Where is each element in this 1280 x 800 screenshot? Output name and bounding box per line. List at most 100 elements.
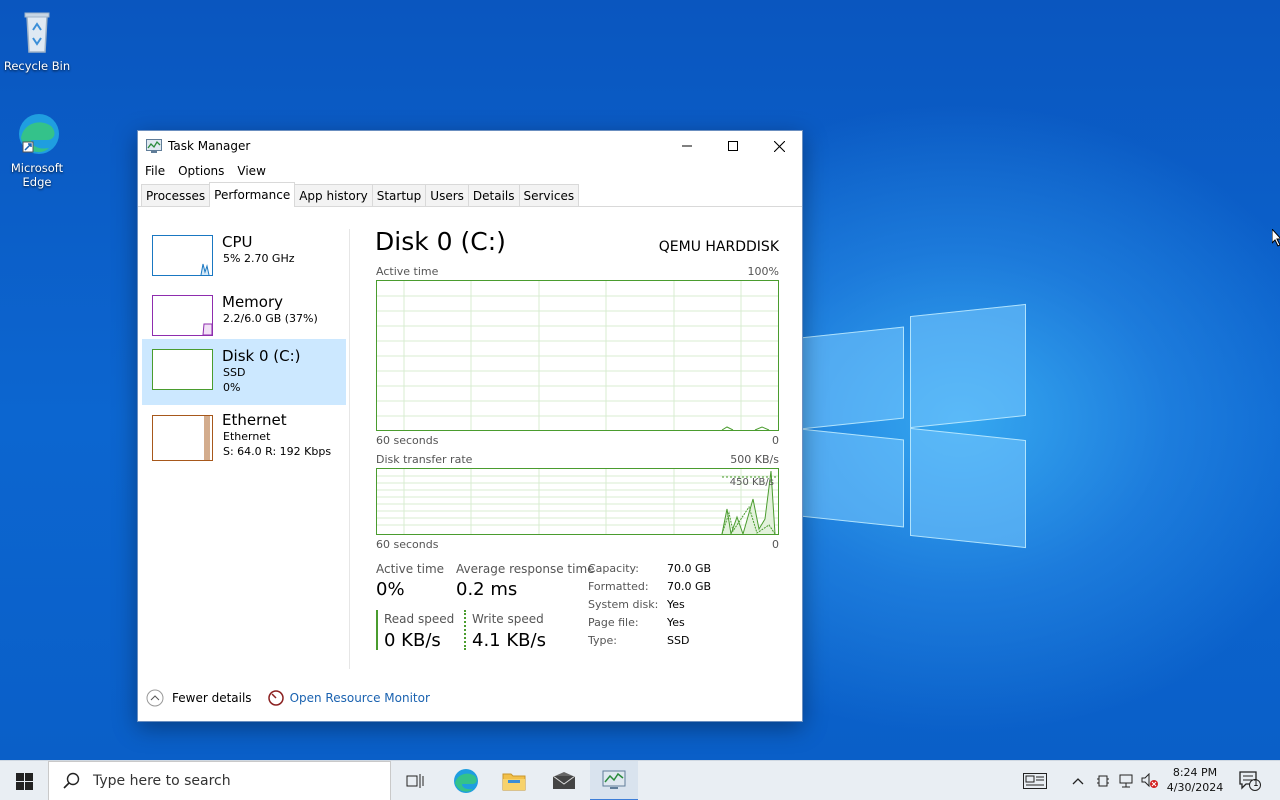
action-center-button[interactable]: 1 <box>1232 761 1268 800</box>
taskbar: Type here to search 8:24 PM 4/30/2024 1 <box>0 760 1280 800</box>
device-icon <box>1097 775 1109 787</box>
formatted-value: 70.0 GB <box>667 580 712 593</box>
transfer-rate-graph-duration: 60 seconds <box>376 538 439 551</box>
tab-processes[interactable]: Processes <box>141 184 211 206</box>
tab-users[interactable]: Users <box>425 184 469 206</box>
menu-options[interactable]: Options <box>178 164 224 178</box>
search-icon <box>63 772 80 789</box>
task-manager-icon <box>146 139 162 153</box>
start-button[interactable] <box>0 761 48 800</box>
page-file-key: Page file: <box>588 616 639 629</box>
menu-file[interactable]: File <box>145 164 165 178</box>
disk-usage: 0% <box>223 381 241 394</box>
close-icon <box>773 140 785 152</box>
minimize-button[interactable] <box>664 131 710 161</box>
menu-bar: File Options View <box>138 161 802 181</box>
disk-title: Disk 0 (C:) <box>375 227 506 256</box>
read-speed-legend-line <box>376 610 378 650</box>
title-bar[interactable]: Task Manager <box>138 131 802 161</box>
read-speed-label: Read speed <box>384 612 455 626</box>
memory-thumbnail-graph <box>152 295 213 336</box>
active-time-graph <box>376 280 779 431</box>
resource-list: CPU 5% 2.70 GHz Memory 2.2/6.0 GB (37%) … <box>142 227 348 667</box>
tab-services[interactable]: Services <box>518 184 580 206</box>
system-disk-key: System disk: <box>588 598 659 611</box>
notification-count: 1 <box>1253 779 1259 789</box>
capacity-key: Capacity: <box>588 562 639 575</box>
chevron-up-circle-icon[interactable] <box>146 689 164 707</box>
type-value: SSD <box>667 634 690 647</box>
windows-logo-wallpaper <box>790 300 1030 550</box>
taskbar-task-manager-button[interactable] <box>590 761 638 800</box>
transfer-rate-graph-max: 500 KB/s <box>730 453 779 466</box>
mouse-cursor-icon <box>1272 229 1280 247</box>
maximize-icon <box>728 141 738 151</box>
resource-item-cpu[interactable]: CPU 5% 2.70 GHz <box>142 227 346 291</box>
show-hidden-icons-button[interactable] <box>1068 761 1088 800</box>
avg-response-value: 0.2 ms <box>456 579 518 600</box>
tab-strip: Processes Performance App history Startu… <box>138 181 802 207</box>
fewer-details-link[interactable]: Fewer details <box>172 691 252 705</box>
news-widget-button[interactable] <box>1018 761 1052 800</box>
tray-volume-button[interactable] <box>1138 761 1162 800</box>
page-file-value: Yes <box>667 616 685 629</box>
recycle-bin-icon <box>13 8 61 56</box>
tab-performance[interactable]: Performance <box>209 182 296 207</box>
tray-device-button[interactable] <box>1092 761 1114 800</box>
recycle-bin-label: Recycle Bin <box>3 59 71 73</box>
speaker-muted-icon <box>1141 773 1158 788</box>
active-time-stat-label: Active time <box>376 562 445 576</box>
resource-item-ethernet[interactable]: Ethernet Ethernet S: 64.0 R: 192 Kbps <box>142 407 346 473</box>
disk-name: Disk 0 (C:) <box>222 347 301 365</box>
cpu-usage: 5% 2.70 GHz <box>223 252 295 265</box>
tray-network-button[interactable] <box>1115 761 1137 800</box>
system-disk-value: Yes <box>667 598 685 611</box>
resource-item-disk-0[interactable]: Disk 0 (C:) SSD 0% <box>142 339 346 405</box>
type-key: Type: <box>588 634 617 647</box>
edge-icon <box>454 769 478 793</box>
disk-type: SSD <box>223 366 246 379</box>
window-footer: Fewer details Open Resource Monitor <box>146 688 430 708</box>
avg-response-label: Average response time <box>456 562 595 576</box>
transfer-rate-graph-label: Disk transfer rate <box>376 453 473 466</box>
disk-thumbnail-graph <box>152 349 213 390</box>
taskbar-clock[interactable]: 8:24 PM 4/30/2024 <box>1166 765 1224 795</box>
recycle-bin-shortcut[interactable]: Recycle Bin <box>1 8 73 73</box>
windows-start-icon <box>15 772 33 790</box>
task-manager-window[interactable]: Task Manager File Options View Processes… <box>137 130 803 722</box>
ethernet-throughput: S: 64.0 R: 192 Kbps <box>223 445 332 458</box>
tab-startup[interactable]: Startup <box>371 184 427 206</box>
taskbar-search-box[interactable]: Type here to search <box>48 761 391 800</box>
active-time-graph-min: 0 <box>772 434 779 447</box>
edge-shortcut[interactable]: Microsoft Edge <box>1 110 73 189</box>
clock-time: 8:24 PM <box>1172 766 1218 779</box>
active-time-stat-value: 0% <box>376 579 405 600</box>
mail-icon <box>552 772 576 789</box>
disk-model: QEMU HARDDISK <box>658 239 779 255</box>
read-speed-value: 0 KB/s <box>384 630 441 651</box>
ethernet-adapter: Ethernet <box>223 430 271 443</box>
resource-monitor-icon <box>267 690 284 706</box>
clock-date: 4/30/2024 <box>1166 781 1224 794</box>
ethernet-name: Ethernet <box>222 411 287 429</box>
tab-app-history[interactable]: App history <box>294 184 373 206</box>
tab-details[interactable]: Details <box>467 184 520 206</box>
network-icon <box>1119 774 1133 788</box>
folder-icon <box>502 773 526 791</box>
close-button[interactable] <box>756 131 802 161</box>
write-speed-value: 4.1 KB/s <box>472 630 546 651</box>
open-resource-monitor-link[interactable]: Open Resource Monitor <box>290 691 430 705</box>
write-speed-legend-line <box>464 610 466 650</box>
transfer-rate-graph-min: 0 <box>772 538 779 551</box>
task-view-button[interactable] <box>392 761 440 800</box>
minimize-icon <box>682 145 692 147</box>
edge-label: Microsoft Edge <box>10 161 64 189</box>
taskbar-mail-button[interactable] <box>540 761 588 800</box>
taskbar-edge-button[interactable] <box>442 761 490 800</box>
menu-view[interactable]: View <box>237 164 265 178</box>
transfer-rate-inner-label: 450 KB/s <box>729 477 774 488</box>
taskbar-file-explorer-button[interactable] <box>490 761 538 800</box>
maximize-button[interactable] <box>710 131 756 161</box>
formatted-key: Formatted: <box>588 580 649 593</box>
capacity-value: 70.0 GB <box>667 562 712 575</box>
